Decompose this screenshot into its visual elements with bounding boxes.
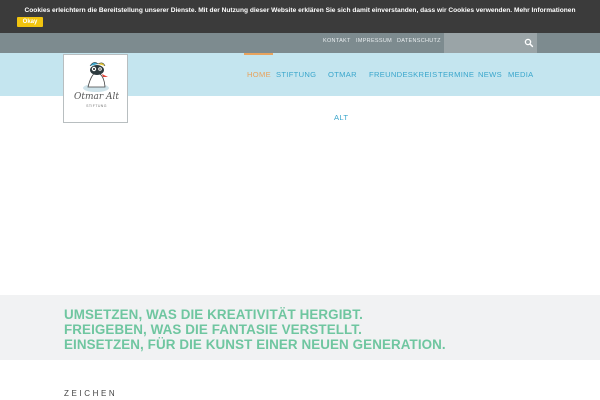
- logo-subtitle: STIFTUNG: [86, 104, 107, 108]
- logo-figure-icon: [83, 62, 109, 92]
- nav-item-otmar-alt[interactable]: OTMAR: [328, 70, 357, 79]
- nav-active-indicator: [244, 53, 273, 55]
- logo-name: Otmar Alt: [73, 92, 120, 102]
- site-logo[interactable]: Otmar Alt STIFTUNG: [63, 54, 128, 123]
- top-utility-bar: KONTAKT IMPRESSUM DATENSCHUTZ: [0, 33, 600, 53]
- section-heading: ZEICHEN: [64, 389, 118, 398]
- cookie-ok-button[interactable]: Okay: [17, 17, 43, 27]
- nav-item-otmar-label: OTMAR: [328, 70, 357, 79]
- nav-item-alt[interactable]: ALT: [334, 113, 348, 122]
- nav-item-news[interactable]: NEWS: [478, 70, 502, 79]
- cookie-text: Cookies erleichtern die Bereitstellung u…: [24, 7, 513, 14]
- top-link-kontakt[interactable]: KONTAKT: [323, 33, 351, 53]
- slogan-line-3: EINSETZEN, FÜR DIE KUNST EINER NEUEN GEN…: [64, 337, 446, 352]
- cookie-message: Cookies erleichtern die Bereitstellung u…: [0, 6, 600, 15]
- slogan-line-1: UMSETZEN, WAS DIE KREATIVITÄT HERGIBT.: [64, 307, 363, 322]
- slogan-line-2: FREIGEBEN, WAS DIE FANTASIE VERSTELLT.: [64, 322, 362, 337]
- cookie-banner: Cookies erleichtern die Bereitstellung u…: [0, 0, 600, 33]
- search-icon[interactable]: [524, 38, 534, 48]
- nav-item-freundeskreis[interactable]: FREUNDESKREIS: [369, 70, 437, 79]
- top-link-datenschutz[interactable]: DATENSCHUTZ: [397, 33, 441, 53]
- nav-item-home[interactable]: HOME: [247, 70, 271, 79]
- nav-item-stiftung[interactable]: STIFTUNG: [276, 70, 316, 79]
- top-link-impressum[interactable]: IMPRESSUM: [356, 33, 392, 53]
- nav-item-termine[interactable]: TERMINE: [438, 70, 474, 79]
- cookie-more-link[interactable]: Mehr Informationen: [514, 7, 576, 14]
- nav-item-media[interactable]: MEDIA: [508, 70, 534, 79]
